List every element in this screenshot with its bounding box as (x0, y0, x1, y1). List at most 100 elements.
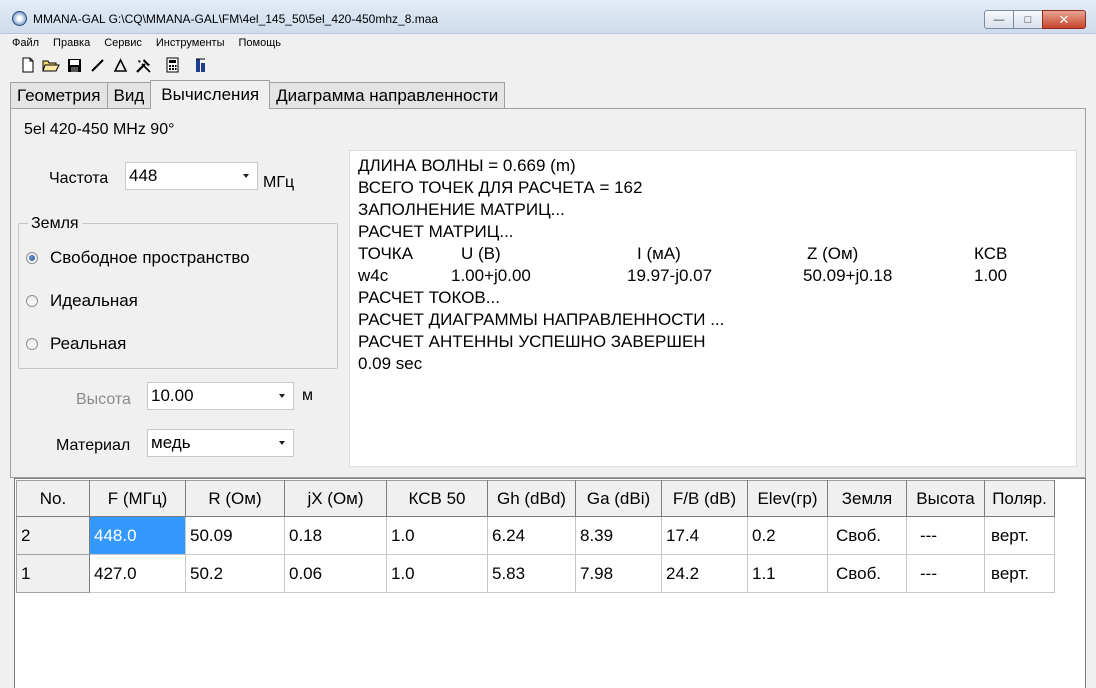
project-title: 5el 420-450 MHz 90° (24, 121, 175, 138)
column-header-reactance[interactable]: jX (Ом) (284, 480, 387, 517)
calculator-button[interactable] (161, 54, 183, 76)
column-header-polarization[interactable]: Поляр. (984, 480, 1055, 517)
save-button[interactable] (63, 54, 85, 76)
table-cell[interactable]: 50.2 (185, 554, 285, 593)
tab-radiation-pattern[interactable]: Диаграмма направленности (269, 82, 506, 108)
table-cell[interactable]: 24.2 (661, 554, 748, 593)
menu-tools[interactable]: Инструменты (156, 37, 225, 49)
output-line: РАСЧЕТ ТОКОВ... (358, 288, 500, 307)
output-line: РАСЧЕТ ДИАГРАММЫ НАПРАВЛЕННОСТИ ... (358, 310, 725, 329)
table-row[interactable]: 2 448.0 50.09 0.18 1.0 6.24 8.39 17.4 0.… (16, 516, 1055, 555)
ground-option-real[interactable]: Реальная (26, 334, 126, 354)
ground-option-free-space[interactable]: Свободное пространство (26, 248, 250, 268)
table-cell[interactable]: 8.39 (575, 516, 662, 555)
chart-button[interactable] (190, 54, 212, 76)
maximize-button[interactable]: □ (1013, 10, 1043, 29)
output-row-point: w4c (358, 266, 389, 285)
table-cell[interactable]: Своб. (827, 516, 907, 555)
tools-button[interactable] (132, 54, 154, 76)
table-cell-frequency[interactable]: 427.0 (89, 554, 186, 593)
table-cell[interactable]: 1.1 (747, 554, 828, 593)
column-header-swr[interactable]: КСВ 50 (386, 480, 488, 517)
output-line: РАСЧЕТ МАТРИЦ... (358, 222, 514, 241)
table-cell[interactable]: 7.98 (575, 554, 662, 593)
column-header-gh[interactable]: Gh (dBd) (487, 480, 576, 517)
output-line: ЗАПОЛНЕНИЕ МАТРИЦ... (358, 200, 565, 219)
table-header-row: No. F (МГц) R (Ом) jX (Ом) КСВ 50 Gh (dB… (16, 480, 1055, 517)
table-cell-frequency[interactable]: 448.0 (89, 516, 186, 555)
output-line: 0.09 sec (358, 354, 423, 373)
column-header-height[interactable]: Высота (906, 480, 985, 517)
open-file-button[interactable] (40, 54, 62, 76)
column-header-frequency[interactable]: F (МГц) (89, 480, 186, 517)
row-number[interactable]: 1 (16, 554, 90, 593)
radio-checked-icon (26, 252, 38, 264)
menu-help[interactable]: Помощь (238, 37, 281, 49)
window-controls: — □ ✕ (984, 10, 1086, 29)
menu-file[interactable]: Файл (12, 37, 39, 49)
table-cell[interactable]: 1.0 (386, 554, 488, 593)
row-number[interactable]: 2 (16, 516, 90, 555)
table-cell[interactable]: верт. (984, 516, 1055, 555)
title-bar: MMANA-GAL G:\CQ\MMANA-GAL\FM\4el_145_50\… (0, 0, 1096, 34)
calculation-output: ДЛИНА ВОЛНЫ = 0.669 (m) ВСЕГО ТОЧЕК ДЛЯ … (349, 150, 1077, 467)
column-header-fb[interactable]: F/B (dB) (661, 480, 748, 517)
menu-edit[interactable]: Правка (53, 37, 90, 49)
table-cell[interactable]: 5.83 (487, 554, 576, 593)
frequency-value: 448 (129, 166, 158, 185)
table-cell[interactable]: 50.09 (185, 516, 285, 555)
tools-icon (135, 58, 151, 73)
height-unit: м (302, 387, 313, 404)
ground-option-ideal[interactable]: Идеальная (26, 291, 138, 311)
table-cell[interactable]: 0.2 (747, 516, 828, 555)
save-icon (67, 58, 81, 72)
frequency-combo[interactable]: 448 (125, 162, 258, 190)
menu-service[interactable]: Сервис (104, 37, 142, 49)
column-header-ga[interactable]: Ga (dBi) (575, 480, 662, 517)
minimize-button[interactable]: — (984, 10, 1014, 29)
results-table: No. F (МГц) R (Ом) jX (Ом) КСВ 50 Gh (dB… (16, 480, 1055, 593)
triangle-icon (113, 57, 127, 72)
column-header-resistance[interactable]: R (Ом) (185, 480, 285, 517)
close-button[interactable]: ✕ (1042, 10, 1086, 29)
new-file-icon (22, 57, 34, 73)
ground-option-label: Свободное пространство (50, 248, 250, 267)
minimize-icon: — (993, 13, 1005, 26)
tab-view[interactable]: Вид (106, 82, 152, 108)
chevron-down-icon (279, 394, 285, 398)
table-cell[interactable]: 0.18 (284, 516, 387, 555)
app-icon (12, 11, 27, 26)
new-file-button[interactable] (17, 54, 39, 76)
chevron-down-icon (279, 441, 285, 445)
table-cell[interactable]: 17.4 (661, 516, 748, 555)
column-header-no[interactable]: No. (16, 480, 90, 517)
radio-unchecked-icon (26, 295, 38, 307)
tab-geometry[interactable]: Геометрия (10, 82, 108, 108)
material-combo[interactable]: медь (147, 429, 294, 457)
close-icon: ✕ (1058, 11, 1070, 27)
chart-icon (196, 58, 205, 72)
material-label: Материал (56, 437, 131, 454)
output-line: РАСЧЕТ АНТЕННЫ УСПЕШНО ЗАВЕРШЕН (358, 332, 706, 351)
table-cell[interactable]: 0.06 (284, 554, 387, 593)
ground-title: Земля (28, 215, 82, 233)
table-cell[interactable]: верт. (984, 554, 1055, 593)
table-cell[interactable]: --- (906, 554, 985, 593)
table-row[interactable]: 1 427.0 50.2 0.06 1.0 5.83 7.98 24.2 1.1… (16, 554, 1055, 593)
tab-calculations[interactable]: Вычисления (150, 80, 271, 109)
output-row-voltage: 1.00+j0.00 (451, 266, 531, 285)
height-combo[interactable]: 10.00 (147, 382, 294, 410)
tab-bar: Геометрия Вид Вычисления Диаграмма напра… (10, 80, 506, 109)
column-header-ground[interactable]: Земля (827, 480, 907, 517)
height-value: 10.00 (151, 386, 194, 405)
output-row-impedance: 50.09+j0.18 (803, 266, 893, 285)
draw-line-button[interactable] (86, 54, 108, 76)
column-header-elevation[interactable]: Elev(гр) (747, 480, 828, 517)
table-cell[interactable]: 1.0 (386, 516, 488, 555)
toolbar (0, 53, 1096, 77)
table-cell[interactable]: Своб. (827, 554, 907, 593)
table-cell[interactable]: 6.24 (487, 516, 576, 555)
triangle-button[interactable] (109, 54, 131, 76)
table-cell[interactable]: --- (906, 516, 985, 555)
output-line: ДЛИНА ВОЛНЫ = 0.669 (m) (358, 156, 576, 175)
